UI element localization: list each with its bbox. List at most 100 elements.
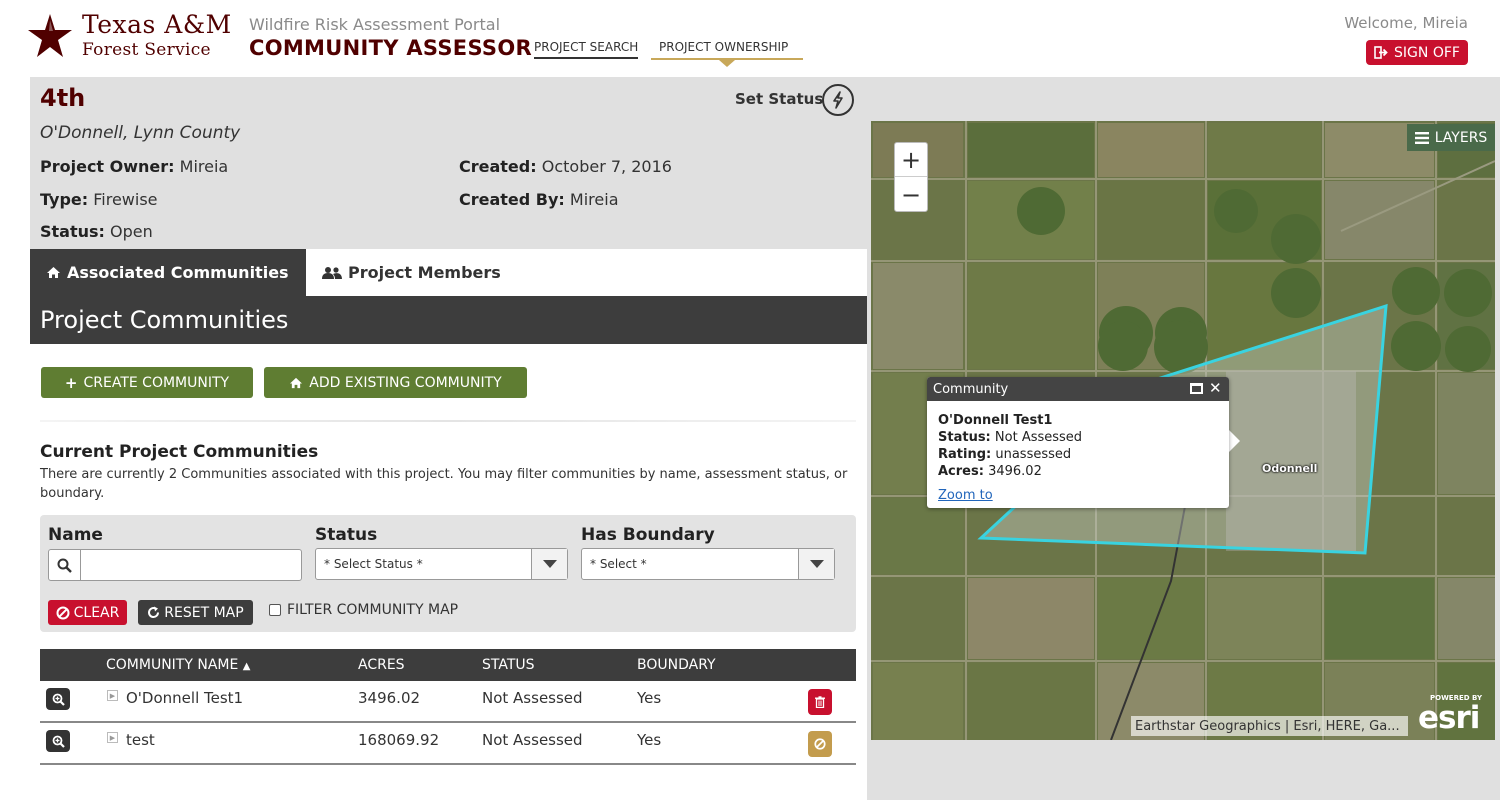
filter-map-checkbox[interactable]: [269, 604, 281, 616]
table-row: ▶ O'Donnell Test1 3496.02 Not Assessed Y…: [40, 681, 856, 723]
portal-subtitle: Wildfire Risk Assessment Portal: [249, 15, 501, 34]
lightning-icon[interactable]: [822, 84, 854, 116]
set-status-label[interactable]: Set Status: [735, 90, 823, 108]
zoom-to-icon[interactable]: [46, 688, 70, 710]
current-communities-description: There are currently 2 Communities associ…: [40, 467, 848, 501]
popup-status-label: Status:: [938, 430, 991, 445]
clear-button[interactable]: CLEAR: [48, 600, 127, 625]
popup-body: O'Donnell Test1 Status: Not Assessed Rat…: [938, 412, 1082, 480]
filter-community-map-toggle[interactable]: FILTER COMMUNITY MAP: [269, 602, 458, 618]
popup-community-name: O'Donnell Test1: [938, 413, 1053, 428]
col-community-name-label: COMMUNITY NAME: [106, 657, 239, 673]
boundary-select-value: * Select *: [590, 557, 647, 571]
popup-header: Community: [927, 377, 1229, 401]
project-name: 4th: [40, 84, 86, 112]
add-existing-label: ADD EXISTING COMMUNITY: [309, 374, 502, 391]
zoom-in-button[interactable]: +: [895, 143, 927, 177]
esri-logo[interactable]: esri: [1418, 700, 1480, 736]
create-community-label: CREATE COMMUNITY: [83, 374, 230, 391]
create-community-button[interactable]: + CREATE COMMUNITY: [41, 367, 253, 398]
project-status-value: Open: [110, 222, 153, 241]
refresh-icon: [148, 606, 160, 619]
zoom-to-link[interactable]: Zoom to: [938, 488, 993, 503]
section-title: Project Communities: [30, 296, 867, 344]
popup-pointer: [1229, 430, 1240, 452]
project-status-label: Status:: [40, 222, 105, 241]
nav-project-ownership[interactable]: PROJECT OWNERSHIP: [659, 40, 788, 57]
map-place-label: Odonnell: [1262, 462, 1318, 475]
divider: [40, 420, 856, 422]
popup-status-value: Not Assessed: [994, 430, 1083, 445]
project-created-value: October 7, 2016: [541, 157, 672, 176]
logo-subtitle: Forest Service: [82, 40, 211, 60]
search-icon[interactable]: [49, 550, 81, 580]
zoom-out-button[interactable]: −: [895, 178, 927, 211]
nav-active-caret: [719, 60, 735, 67]
maximize-icon[interactable]: [1190, 383, 1203, 394]
sign-out-icon: [1374, 46, 1388, 59]
tab-members-label: Project Members: [348, 263, 501, 282]
plus-icon: +: [64, 373, 78, 392]
community-boundary: Yes: [637, 689, 662, 707]
reset-map-label: RESET MAP: [164, 604, 244, 621]
community-name: O'Donnell Test1: [126, 689, 244, 707]
chevron-down-icon[interactable]: [798, 549, 834, 579]
portal-title[interactable]: COMMUNITY ASSESSOR: [249, 36, 532, 60]
tab-associated-label: Associated Communities: [67, 263, 289, 282]
table-header: COMMUNITY NAME ▲ ACRES STATUS BOUNDARY: [40, 649, 856, 681]
col-boundary[interactable]: BOUNDARY: [637, 657, 716, 673]
welcome-text: Welcome, Mireia: [1344, 14, 1468, 32]
project-created-label: Created:: [459, 157, 537, 176]
col-community-name[interactable]: COMMUNITY NAME ▲: [106, 657, 251, 673]
project-owner-value: Mireia: [179, 157, 229, 176]
layers-label: LAYERS: [1434, 129, 1488, 146]
col-status[interactable]: STATUS: [482, 657, 535, 673]
nav-project-search[interactable]: PROJECT SEARCH: [534, 40, 639, 59]
chevron-down-icon[interactable]: [531, 549, 567, 579]
project-created: Created: October 7, 2016: [459, 157, 672, 176]
tab-project-members[interactable]: Project Members: [306, 249, 867, 296]
clear-label: CLEAR: [73, 604, 120, 621]
project-created-by-label: Created By:: [459, 190, 565, 209]
map-attribution[interactable]: Earthstar Geographics | Esri, HERE, Ga..…: [1131, 716, 1408, 736]
trash-icon[interactable]: [808, 689, 832, 715]
zoom-to-icon[interactable]: [46, 730, 70, 752]
tab-associated-communities[interactable]: Associated Communities: [30, 249, 306, 296]
sign-off-button[interactable]: SIGN OFF: [1366, 40, 1468, 65]
sign-off-label: SIGN OFF: [1394, 44, 1460, 61]
close-icon[interactable]: ✕: [1209, 379, 1222, 397]
community-status: Not Assessed: [482, 689, 583, 707]
popup-status: Status: Not Assessed: [938, 429, 1082, 446]
popup-acres: Acres: 3496.02: [938, 463, 1082, 480]
current-communities-title: Current Project Communities: [40, 442, 319, 462]
add-existing-community-button[interactable]: ADD EXISTING COMMUNITY: [264, 367, 527, 398]
community-acres: 3496.02: [358, 689, 421, 707]
popup-acres-label: Acres:: [938, 464, 984, 479]
project-location: O'Donnell, Lynn County: [40, 123, 241, 143]
name-filter-label: Name: [48, 525, 103, 545]
boundary-select[interactable]: * Select *: [581, 548, 835, 580]
expand-icon[interactable]: ▶: [107, 732, 118, 743]
popup-rating-value: unassessed: [995, 447, 1072, 462]
status-filter-label: Status: [315, 525, 378, 545]
project-type-label: Type:: [40, 190, 89, 209]
list-icon: [1414, 131, 1429, 144]
col-acres[interactable]: ACRES: [358, 657, 405, 673]
name-filter-input[interactable]: [82, 550, 300, 580]
name-filter-field: [48, 549, 302, 581]
filter-map-label: FILTER COMMUNITY MAP: [287, 602, 459, 618]
map-zoom-control: + −: [894, 142, 928, 212]
reset-map-button[interactable]: RESET MAP: [138, 600, 253, 625]
community-status: Not Assessed: [482, 731, 583, 749]
popup-rating-label: Rating:: [938, 447, 992, 462]
community-popup: Community ✕ O'Donnell Test1 Status: Not …: [927, 377, 1229, 508]
ban-icon[interactable]: [808, 731, 832, 757]
project-created-by-value: Mireia: [569, 190, 619, 209]
status-select[interactable]: * Select Status *: [315, 548, 568, 580]
layers-button[interactable]: LAYERS: [1407, 124, 1495, 151]
ban-icon: [56, 606, 70, 619]
expand-icon[interactable]: ▶: [107, 690, 118, 701]
star-logo-icon: [28, 14, 72, 57]
project-type-value: Firewise: [93, 190, 158, 209]
community-boundary: Yes: [637, 731, 662, 749]
